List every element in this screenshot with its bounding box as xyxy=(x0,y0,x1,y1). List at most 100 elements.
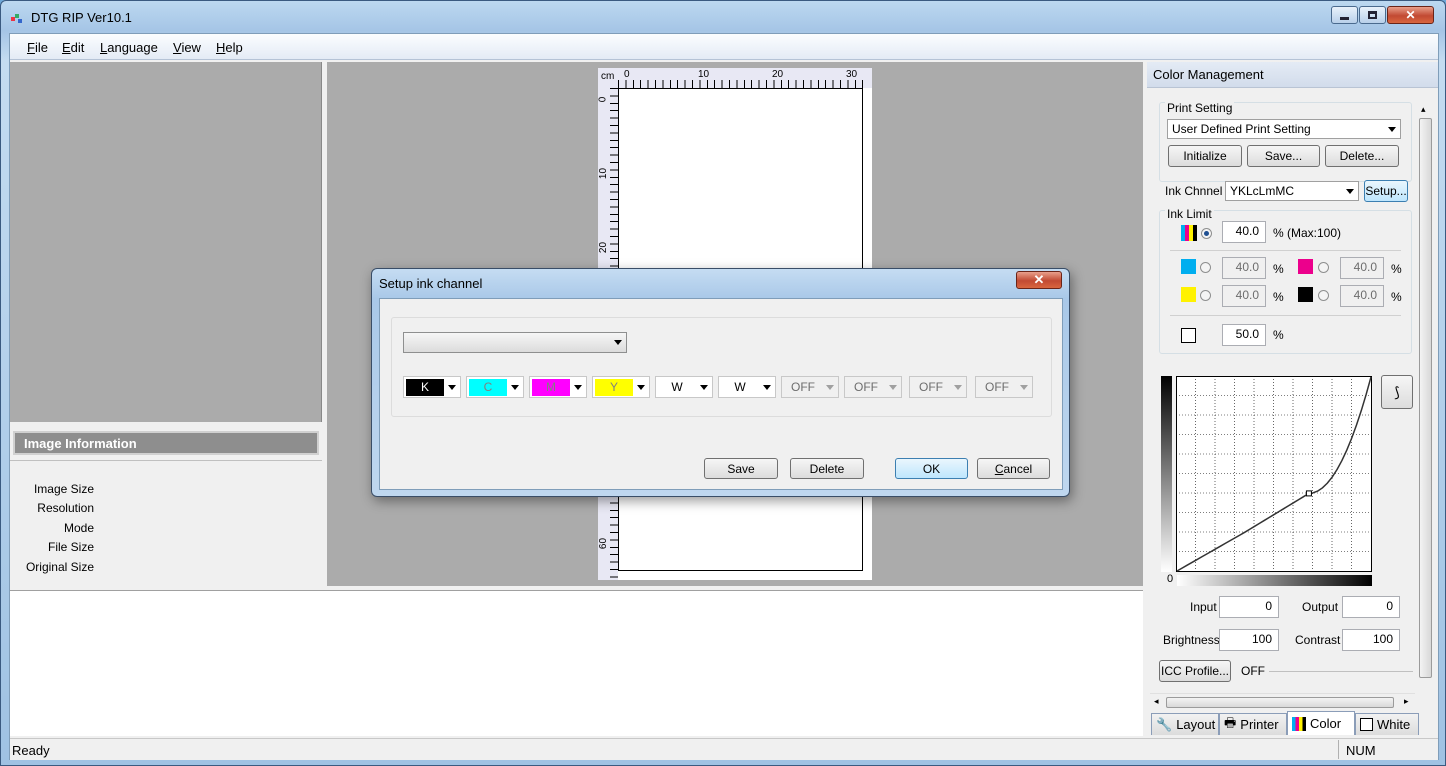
ink-channel-select[interactable]: YKLcLmMC xyxy=(1225,181,1359,201)
magenta-percent: % xyxy=(1391,262,1402,276)
ink-channel-value-5: W xyxy=(658,379,696,396)
vertical-scrollbar[interactable]: ▴ xyxy=(1417,102,1434,692)
tab-color-label: Color xyxy=(1310,716,1342,731)
cyan-limit-radio[interactable] xyxy=(1200,262,1211,273)
curve-reset-button[interactable]: ⟆ xyxy=(1381,375,1413,409)
ok-button[interactable]: OK xyxy=(895,458,968,479)
output-value-field[interactable]: 0 xyxy=(1342,596,1400,618)
tab-color[interactable]: Color xyxy=(1287,711,1355,735)
chevron-down-icon xyxy=(954,385,962,390)
menu-help-accel: H xyxy=(216,40,226,55)
ink-limit-label: Ink Limit xyxy=(1165,207,1214,221)
chevron-down-icon xyxy=(763,385,771,390)
total-limit-field[interactable]: 40.0 xyxy=(1222,221,1266,243)
contrast-field[interactable]: 100 xyxy=(1342,629,1400,651)
ink-channel-select-2[interactable]: C xyxy=(466,376,524,398)
close-button[interactable]: ✕ xyxy=(1387,6,1434,24)
tab-white-label: White xyxy=(1377,717,1411,732)
brightness-field[interactable]: 100 xyxy=(1219,629,1279,651)
initialize-button[interactable]: Initialize xyxy=(1168,145,1242,167)
dialog-save-button[interactable]: Save xyxy=(704,458,778,479)
scroll-thumb[interactable] xyxy=(1166,697,1394,708)
cancel-button[interactable]: Cancel xyxy=(977,458,1050,479)
ink-channel-select-4[interactable]: Y xyxy=(592,376,650,398)
menu-edit-accel: E xyxy=(62,40,71,55)
color-management-panel: Color Management Print Setting User Defi… xyxy=(1147,62,1438,736)
ink-channel-value-9: OFF xyxy=(912,379,950,396)
menu-view[interactable]: View xyxy=(173,40,201,55)
magenta-limit-radio[interactable] xyxy=(1318,262,1329,273)
ink-channel-select-5[interactable]: W xyxy=(655,376,713,398)
title-bar[interactable]: DTG RIP Ver10.1 ✕ xyxy=(1,1,1445,33)
tab-printer-label: Printer xyxy=(1240,717,1279,732)
ink-channel-select-7[interactable]: OFF xyxy=(781,376,839,398)
ink-channel-select-1[interactable]: K xyxy=(403,376,461,398)
icc-profile-button[interactable]: ICC Profile... xyxy=(1159,660,1231,682)
ink-channel-select-3[interactable]: M xyxy=(529,376,587,398)
white-ink-swatch xyxy=(1181,328,1196,343)
ink-channel-value-8: OFF xyxy=(847,379,885,396)
print-setting-delete-button[interactable]: Delete... xyxy=(1325,145,1399,167)
ink-channel-select-10[interactable]: OFF xyxy=(975,376,1033,398)
print-setting-select[interactable]: User Defined Print Setting xyxy=(1167,119,1401,139)
maximize-button[interactable] xyxy=(1359,6,1386,24)
vscroll-thumb[interactable] xyxy=(1419,118,1432,678)
black-limit-field[interactable]: 40.0 xyxy=(1340,285,1384,307)
magenta-limit-field[interactable]: 40.0 xyxy=(1340,257,1384,279)
yellow-swatch xyxy=(1181,287,1196,302)
icc-profile-state: OFF xyxy=(1241,664,1265,678)
tab-white[interactable]: White xyxy=(1355,713,1419,735)
dialog-close-button[interactable]: ✕ xyxy=(1016,271,1062,289)
menu-bar: File Edit Language View Help xyxy=(10,34,1438,60)
tab-printer[interactable]: 🖶 Printer xyxy=(1219,713,1287,735)
horizontal-scrollbar[interactable]: ◂ ▸ xyxy=(1150,693,1415,710)
print-setting-label: Print Setting xyxy=(1165,101,1235,115)
maximize-icon xyxy=(1368,11,1377,19)
tab-layout[interactable]: 🔧 Layout xyxy=(1151,713,1219,735)
cyan-limit-field[interactable]: 40.0 xyxy=(1222,257,1266,279)
print-setting-save-button[interactable]: Save... xyxy=(1247,145,1320,167)
color-management-title: Color Management xyxy=(1147,62,1438,88)
menu-edit-label: dit xyxy=(70,40,85,55)
tone-curve-graph[interactable] xyxy=(1176,376,1373,574)
menu-view-label: iew xyxy=(181,40,201,55)
curve-origin-label: 0 xyxy=(1167,573,1174,585)
original-size-label: Original Size xyxy=(25,560,94,574)
menu-help[interactable]: Help xyxy=(216,40,243,55)
scroll-right-icon: ▸ xyxy=(1404,696,1409,706)
ink-channel-select-6[interactable]: W xyxy=(718,376,776,398)
minimize-button[interactable] xyxy=(1331,6,1358,24)
close-icon: ✕ xyxy=(1405,8,1416,22)
yellow-limit-radio[interactable] xyxy=(1200,290,1211,301)
menu-language[interactable]: Language xyxy=(100,40,158,55)
preview-thumbnail-panel xyxy=(10,62,322,422)
h-tick-20: 20 xyxy=(772,69,784,80)
chevron-down-icon xyxy=(1388,127,1396,132)
total-limit-radio[interactable] xyxy=(1201,228,1212,239)
yellow-percent: % xyxy=(1273,290,1284,304)
yellow-limit-field[interactable]: 40.0 xyxy=(1222,285,1266,307)
v-tick-10: 10 xyxy=(598,167,610,180)
chevron-down-icon xyxy=(448,385,456,390)
input-value-field[interactable]: 0 xyxy=(1219,596,1279,618)
image-information-header: Image Information xyxy=(13,431,319,455)
black-limit-radio[interactable] xyxy=(1318,290,1329,301)
ink-channel-select-8[interactable]: OFF xyxy=(844,376,902,398)
channel-preset-select[interactable] xyxy=(403,332,627,353)
menu-language-label: anguage xyxy=(107,40,158,55)
white-limit-field[interactable]: 50.0 xyxy=(1222,324,1266,346)
close-icon: ✕ xyxy=(1033,272,1045,287)
image-information-panel: Image Size Resolution Mode File Size Ori… xyxy=(10,460,322,586)
menu-file[interactable]: File xyxy=(27,40,48,55)
chevron-down-icon xyxy=(700,385,708,390)
v-tick-20: 20 xyxy=(598,241,610,254)
white-icon xyxy=(1360,718,1373,731)
contrast-label: Contrast xyxy=(1295,633,1341,647)
dialog-delete-button[interactable]: Delete xyxy=(790,458,864,479)
ink-channel-setup-button[interactable]: Setup... xyxy=(1364,180,1408,202)
curve-control-point[interactable] xyxy=(1305,490,1312,497)
menu-file-label: ile xyxy=(34,40,48,55)
menu-edit[interactable]: Edit xyxy=(62,40,84,55)
chevron-down-icon xyxy=(574,385,582,390)
ink-channel-select-9[interactable]: OFF xyxy=(909,376,967,398)
